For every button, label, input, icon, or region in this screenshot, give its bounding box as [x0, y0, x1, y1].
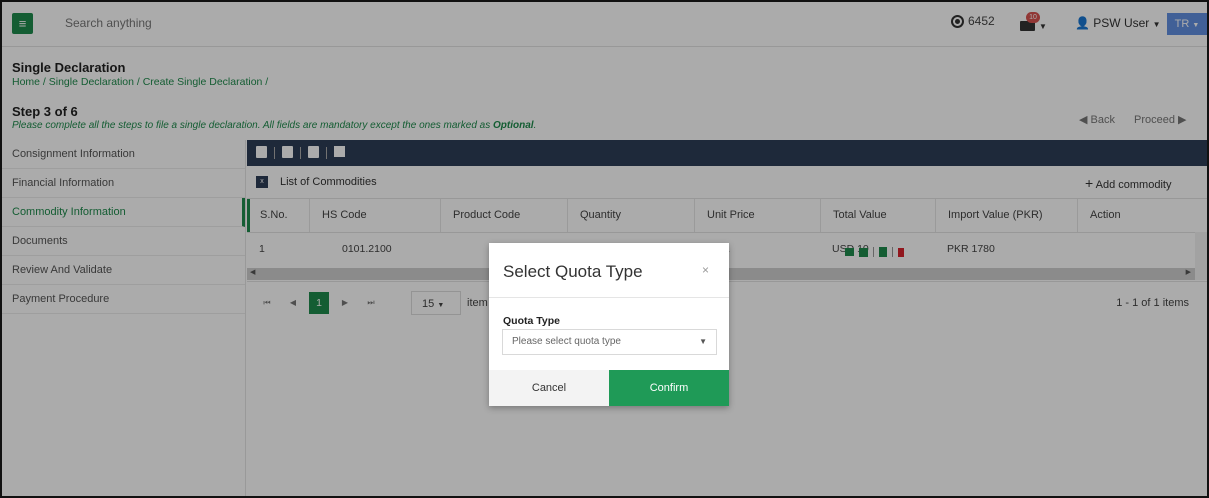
caret-down-icon: ▼: [699, 337, 707, 346]
close-icon[interactable]: ×: [702, 263, 709, 277]
dialog-title: Select Quota Type: [503, 262, 643, 281]
dialog-divider: [489, 297, 729, 298]
quota-type-placeholder: Please select quota type: [512, 336, 621, 347]
app-window: ≡ Search anything 6452 10 ▼ 👤 PSW User ▼…: [0, 0, 1209, 498]
quota-type-select[interactable]: Please select quota type ▼: [502, 329, 717, 355]
cancel-button[interactable]: Cancel: [489, 370, 609, 406]
quota-type-label: Quota Type: [503, 315, 560, 327]
quota-type-dialog: Select Quota Type × Quota Type Please se…: [489, 243, 729, 406]
confirm-button[interactable]: Confirm: [609, 370, 729, 406]
